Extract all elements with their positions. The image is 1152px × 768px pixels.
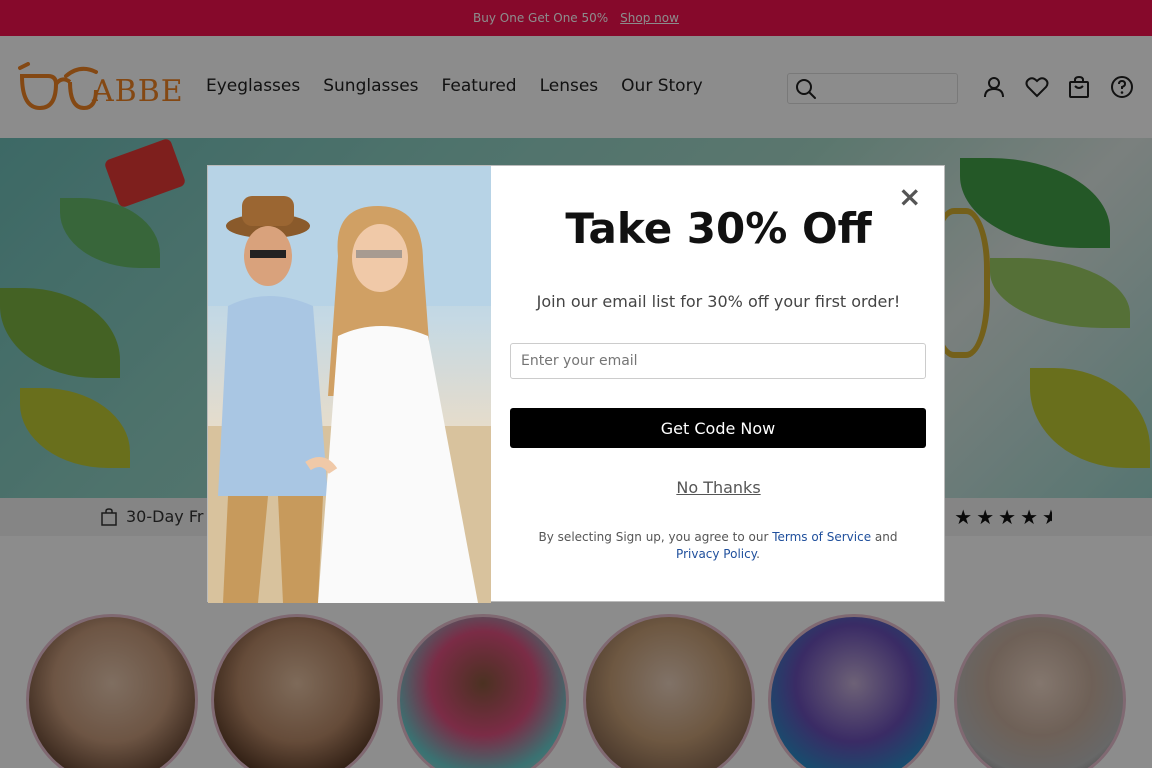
modal-photo	[208, 166, 491, 603]
email-field[interactable]	[510, 343, 926, 379]
get-code-button[interactable]: Get Code Now	[510, 408, 926, 448]
legal-text: By selecting Sign up, you agree to our T…	[518, 529, 918, 563]
legal-and: and	[871, 530, 898, 544]
privacy-link[interactable]: Privacy Policy	[676, 547, 756, 561]
legal-prefix: By selecting Sign up, you agree to our	[538, 530, 773, 544]
modal-title: Take 30% Off	[565, 204, 872, 253]
legal-suffix: .	[756, 547, 760, 561]
email-signup-modal: × Take 30% Off Join our email list for 3…	[207, 165, 946, 603]
no-thanks-link[interactable]: No Thanks	[491, 478, 946, 497]
couple-beach-photo	[208, 166, 491, 603]
terms-link[interactable]: Terms of Service	[772, 530, 871, 544]
modal-subtitle: Join our email list for 30% off your fir…	[536, 292, 901, 311]
